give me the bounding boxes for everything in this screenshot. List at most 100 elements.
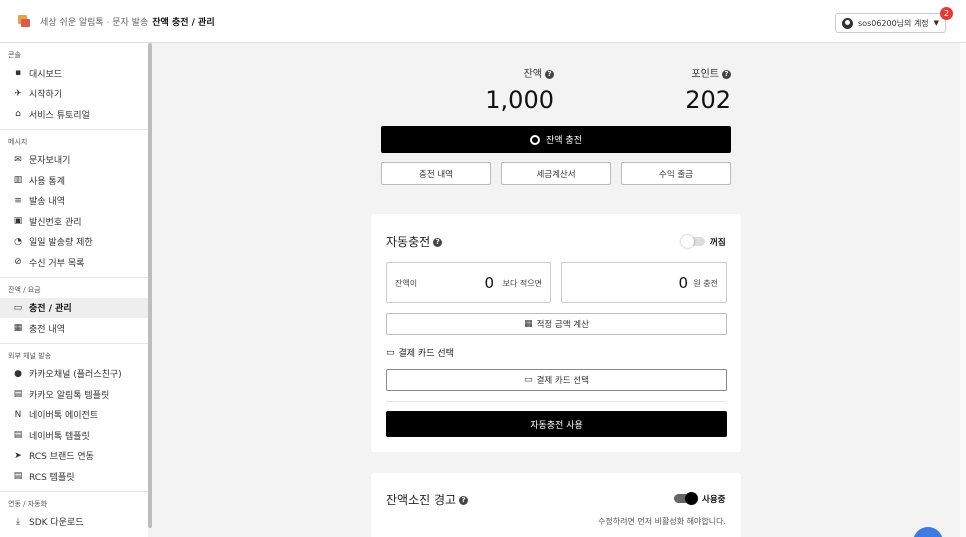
help-icon[interactable]: ? (433, 238, 443, 247)
sidebar-section-title: 외부 채널 발송 (8, 351, 52, 360)
sidebar-item-label: 카카오채널 (플러스친구) (29, 370, 122, 381)
breadcrumb-brand[interactable]: 세상 쉬운 알림톡 · 문자 발송 (40, 15, 148, 28)
sidebar-item-label: 발신번호 관리 (29, 217, 82, 228)
caret-down-icon: ▼ (933, 19, 940, 27)
sidebar-item[interactable]: ▥ 사용 통계 (0, 170, 148, 191)
sidebar-section-title: 메시지 (8, 137, 28, 146)
sidebar-divider (0, 276, 148, 278)
card-select-label: ▭ 결제 카드 선택 (386, 346, 454, 360)
chat-support-icon[interactable] (913, 527, 943, 537)
sidebar-item[interactable]: ▪ 대시보드 (0, 63, 148, 84)
select-card-button[interactable]: ▭ 결제 카드 선택 (386, 369, 727, 391)
help-icon[interactable]: ? (545, 69, 554, 79)
sidebar-item-label: 수신 거부 목록 (29, 258, 85, 269)
send-icon: ➤ (14, 450, 22, 461)
sidebar-item-label: 충전 / 관리 (29, 304, 72, 315)
charge-balance-button[interactable]: 잔액 충전 (381, 126, 731, 153)
sidebar-item[interactable]: ▤ 네이버톡 템플릿 (0, 425, 148, 446)
sidebar-item[interactable]: ▤ 카카오 알림톡 템플릿 (0, 384, 148, 405)
low-balance-title: 잔액소진 경고? (386, 491, 469, 508)
threshold-prefix: 잔액이 (395, 279, 418, 288)
low-balance-hint: 수정하려면 먼저 비활성화 해야합니다. (598, 517, 726, 526)
tax-invoice-button[interactable]: 세금계산서 (501, 162, 611, 185)
threshold-suffix: 보다 적으면 (502, 279, 542, 288)
charge-amount-suffix: 원 충전 (693, 279, 718, 288)
threshold-value: 0 (484, 274, 494, 292)
clipboard-icon: ▤ (13, 430, 23, 441)
block-icon: ⊘ (14, 257, 22, 268)
sidebar-item[interactable]: ✉ 문자보내기 (0, 150, 148, 171)
sidebar-item-label: RCS 브랜드 연동 (29, 452, 94, 463)
sidebar-item[interactable]: ✈ 시작하기 (0, 84, 148, 105)
select-card-label: 결제 카드 선택 (536, 376, 589, 386)
sidebar-scrollbar[interactable] (148, 43, 152, 528)
charge-balance-label: 잔액 충전 (546, 136, 582, 146)
sidebar-item[interactable]: ⤓ SDK 다운로드 (0, 512, 148, 533)
sidebar-item-label: 충전 내역 (29, 324, 65, 335)
charge-history-button[interactable]: 충전 내역 (381, 162, 491, 185)
sidebar-item-label: SDK 다운로드 (29, 518, 84, 529)
enable-auto-charge-button[interactable]: 자동충전 사용 (386, 411, 727, 437)
withdraw-button[interactable]: 수익 출금 (621, 162, 731, 185)
list-icon: ≡ (14, 195, 22, 206)
help-icon[interactable]: ? (722, 69, 731, 79)
sidebar-divider (0, 128, 148, 130)
download-icon: ⤓ (16, 516, 20, 527)
auto-charge-toggle-label: 꺼짐 (710, 238, 726, 248)
graduation-icon: ⌂ (15, 109, 21, 120)
sidebar-item[interactable]: ⊘ 수신 거부 목록 (0, 252, 148, 273)
logo-icon[interactable] (18, 14, 30, 28)
account-dropdown[interactable]: sos06200님의 계정 ▼ (835, 13, 946, 33)
sidebar-item[interactable]: N 네이버톡 에이전트 (0, 405, 148, 426)
main-scrollbar[interactable] (960, 43, 966, 537)
auto-charge-toggle[interactable] (681, 235, 705, 248)
balance-label: 잔액 (523, 69, 542, 80)
sidebar-item[interactable]: ➤ RCS 브랜드 연동 (0, 446, 148, 467)
sidebar-divider (0, 342, 148, 344)
credit-card-icon: ▭ (386, 347, 395, 358)
charge-amount-value: 0 (678, 274, 688, 292)
auto-charge-card: 자동충전? 꺼짐 잔액이 0 보다 적으면 0 원 충전 ▦ 적정 금액 계산 … (371, 214, 741, 452)
sidebar-item[interactable]: ≡ 발송 내역 (0, 191, 148, 212)
point-summary: 포인트? 202 (650, 65, 731, 114)
sidebar-item[interactable]: ▤ RCS 템플릿 (0, 466, 148, 487)
sidebar-item[interactable]: ▭ 충전 / 관리 (0, 297, 148, 318)
sidebar-item-label: 문자보내기 (29, 156, 71, 167)
sidebar-item-label: 서비스 튜토리얼 (29, 110, 90, 121)
low-balance-toggle[interactable] (674, 492, 698, 505)
auto-charge-title: 자동충전? (386, 233, 443, 250)
sidebar-item-label: 사용 통계 (29, 176, 65, 187)
kakao-icon: ● (14, 368, 22, 379)
user-icon (842, 17, 853, 29)
low-balance-card: 잔액소진 경고? 사용중 수정하려면 먼저 비활성화 해야합니다. (371, 473, 741, 537)
sidebar-item[interactable]: ● 카카오채널 (플러스친구) (0, 364, 148, 385)
sidebar-item[interactable]: ▦ 충전 내역 (0, 318, 148, 339)
calc-amount-button[interactable]: ▦ 적정 금액 계산 (386, 313, 727, 335)
gauge-icon: ◔ (14, 236, 22, 247)
help-icon[interactable]: ? (459, 496, 469, 505)
sidebar-section-title: 연동 / 자동화 (8, 499, 48, 508)
sidebar-item[interactable]: ⌂ 서비스 튜토리얼 (0, 104, 148, 125)
point-label: 포인트 (691, 69, 719, 80)
divider (386, 401, 727, 402)
calendar-icon: ▦ (13, 323, 23, 334)
takeoff-icon: ✈ (14, 88, 22, 99)
sidebar-section-title: 잔액 / 요금 (8, 285, 41, 294)
sidebar-item[interactable]: ▣ 발신번호 관리 (0, 211, 148, 232)
point-value: 202 (685, 86, 731, 114)
notification-badge[interactable]: 2 (940, 7, 953, 20)
sidebar-section-title: 콘솔 (8, 51, 21, 59)
stats-icon: ▥ (13, 175, 23, 186)
sidebar-item-label: 네이버톡 템플릿 (29, 431, 90, 442)
sidebar-item-label: RCS 템플릿 (29, 472, 75, 483)
naver-icon: N (14, 409, 22, 420)
breadcrumb-current: 잔액 충전 / 관리 (152, 17, 215, 28)
charge-amount-input[interactable]: 0 원 충전 (561, 262, 727, 303)
card-select-label-text: 결제 카드 선택 (398, 349, 454, 359)
card-icon: ▭ (13, 302, 23, 313)
top-bar: 세상 쉬운 알림톡 · 문자 발송 잔액 충전 / 관리 (0, 0, 966, 43)
sidebar-divider (0, 490, 148, 492)
coin-icon (530, 134, 540, 145)
sidebar-item[interactable]: ◔ 일일 발송량 제한 (0, 232, 148, 253)
threshold-input[interactable]: 잔액이 0 보다 적으면 (386, 262, 551, 303)
